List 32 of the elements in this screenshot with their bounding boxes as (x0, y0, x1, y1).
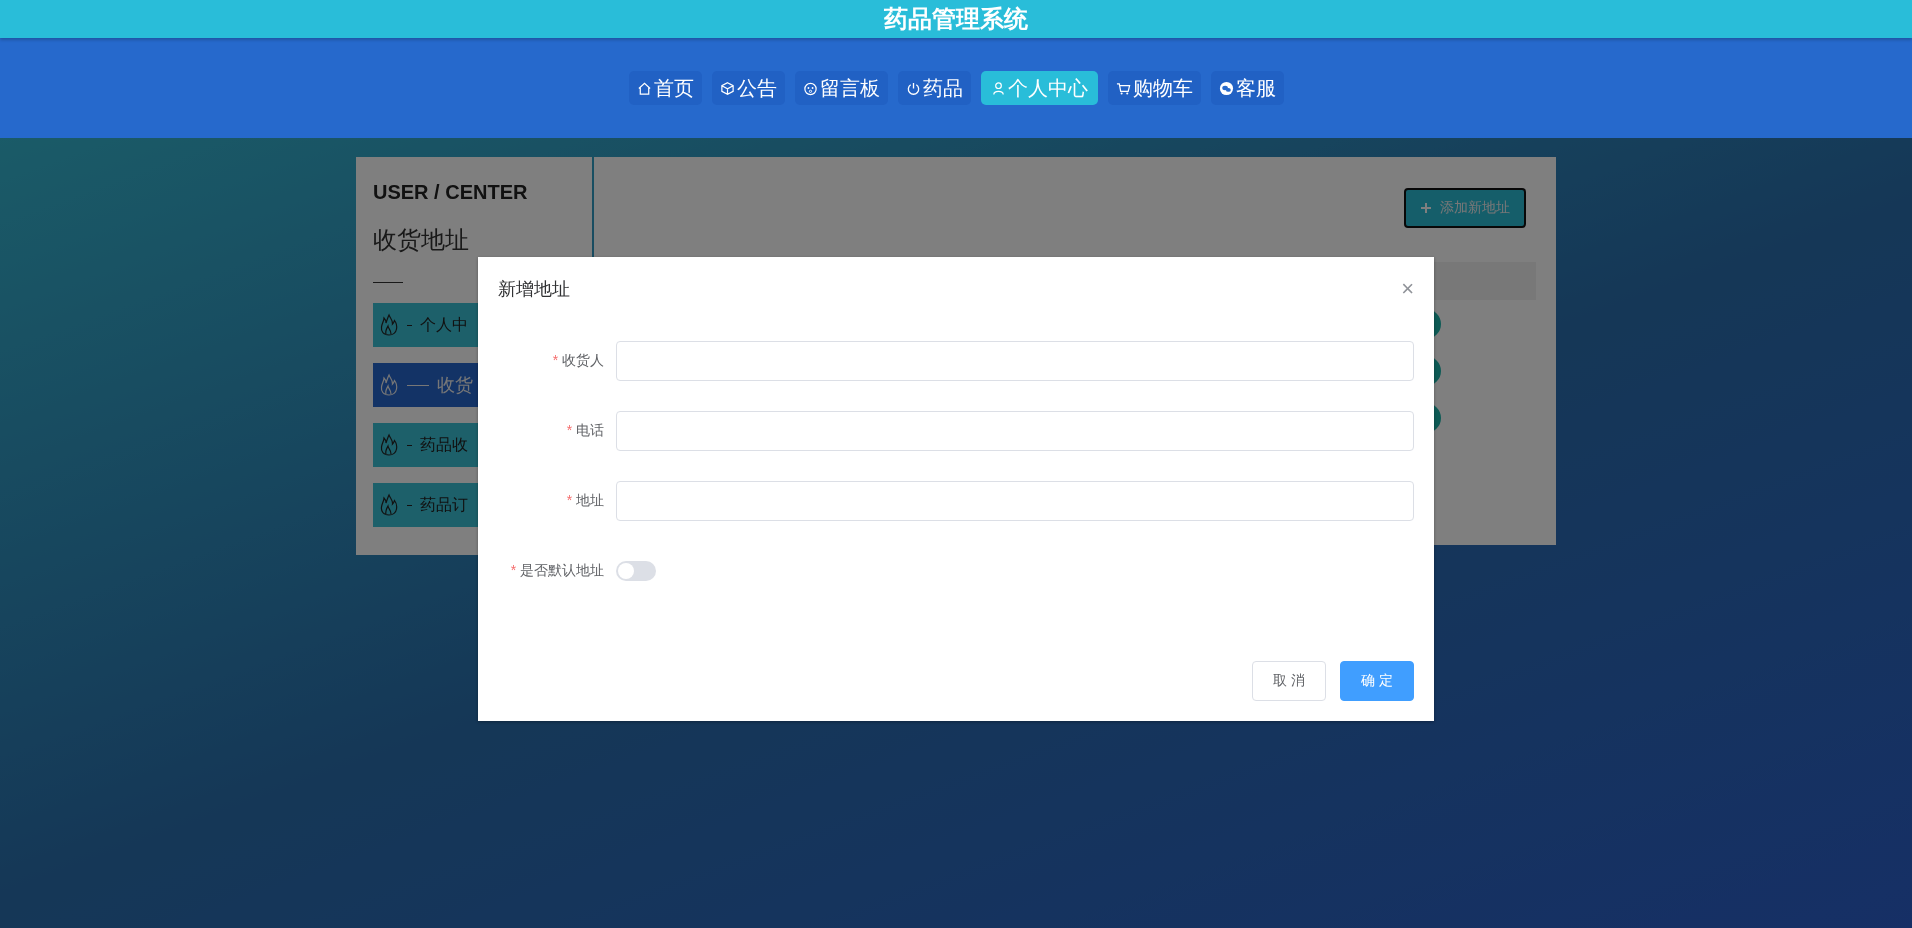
sidebar-title: 收货地址 (373, 225, 470, 255)
confirm-button[interactable]: 确 定 (1340, 661, 1414, 701)
nav-item[interactable]: 公告 (711, 71, 785, 105)
cube-icon (719, 80, 735, 96)
nav-item[interactable]: 留言板 (794, 71, 888, 105)
chat-icon (1218, 80, 1234, 96)
nav-item[interactable]: 首页 (628, 71, 702, 105)
flame-icon (379, 312, 399, 338)
field-label: * 是否默认地址 (509, 562, 605, 580)
sidebar-heading: USER / CENTER (373, 181, 529, 204)
cart-icon (1115, 80, 1131, 96)
cancel-button[interactable]: 取 消 (1252, 661, 1327, 701)
home-icon (636, 80, 652, 96)
nav-item[interactable]: 客服 (1210, 71, 1284, 105)
input-field[interactable] (616, 481, 1414, 521)
power-icon (905, 80, 921, 96)
nav-item[interactable]: 购物车 (1107, 71, 1201, 105)
flame-icon (379, 492, 399, 518)
nav-item[interactable]: 药品 (897, 71, 971, 105)
nav-item[interactable]: 个人中心 (980, 71, 1098, 105)
add-address-button[interactable]: 添加新地址 (1404, 188, 1526, 228)
flame-icon (379, 432, 399, 458)
face-icon (802, 80, 818, 96)
close-button[interactable]: × (1401, 278, 1414, 300)
app-title: 药品管理系统 (884, 4, 1028, 34)
input-field[interactable] (616, 341, 1414, 381)
toggle-switch[interactable] (616, 561, 656, 581)
plus-icon (1420, 202, 1432, 214)
input-field[interactable] (616, 411, 1414, 451)
flame-icon (379, 372, 399, 398)
dialog-title: 新增地址 (498, 278, 570, 301)
user-icon (990, 80, 1006, 96)
